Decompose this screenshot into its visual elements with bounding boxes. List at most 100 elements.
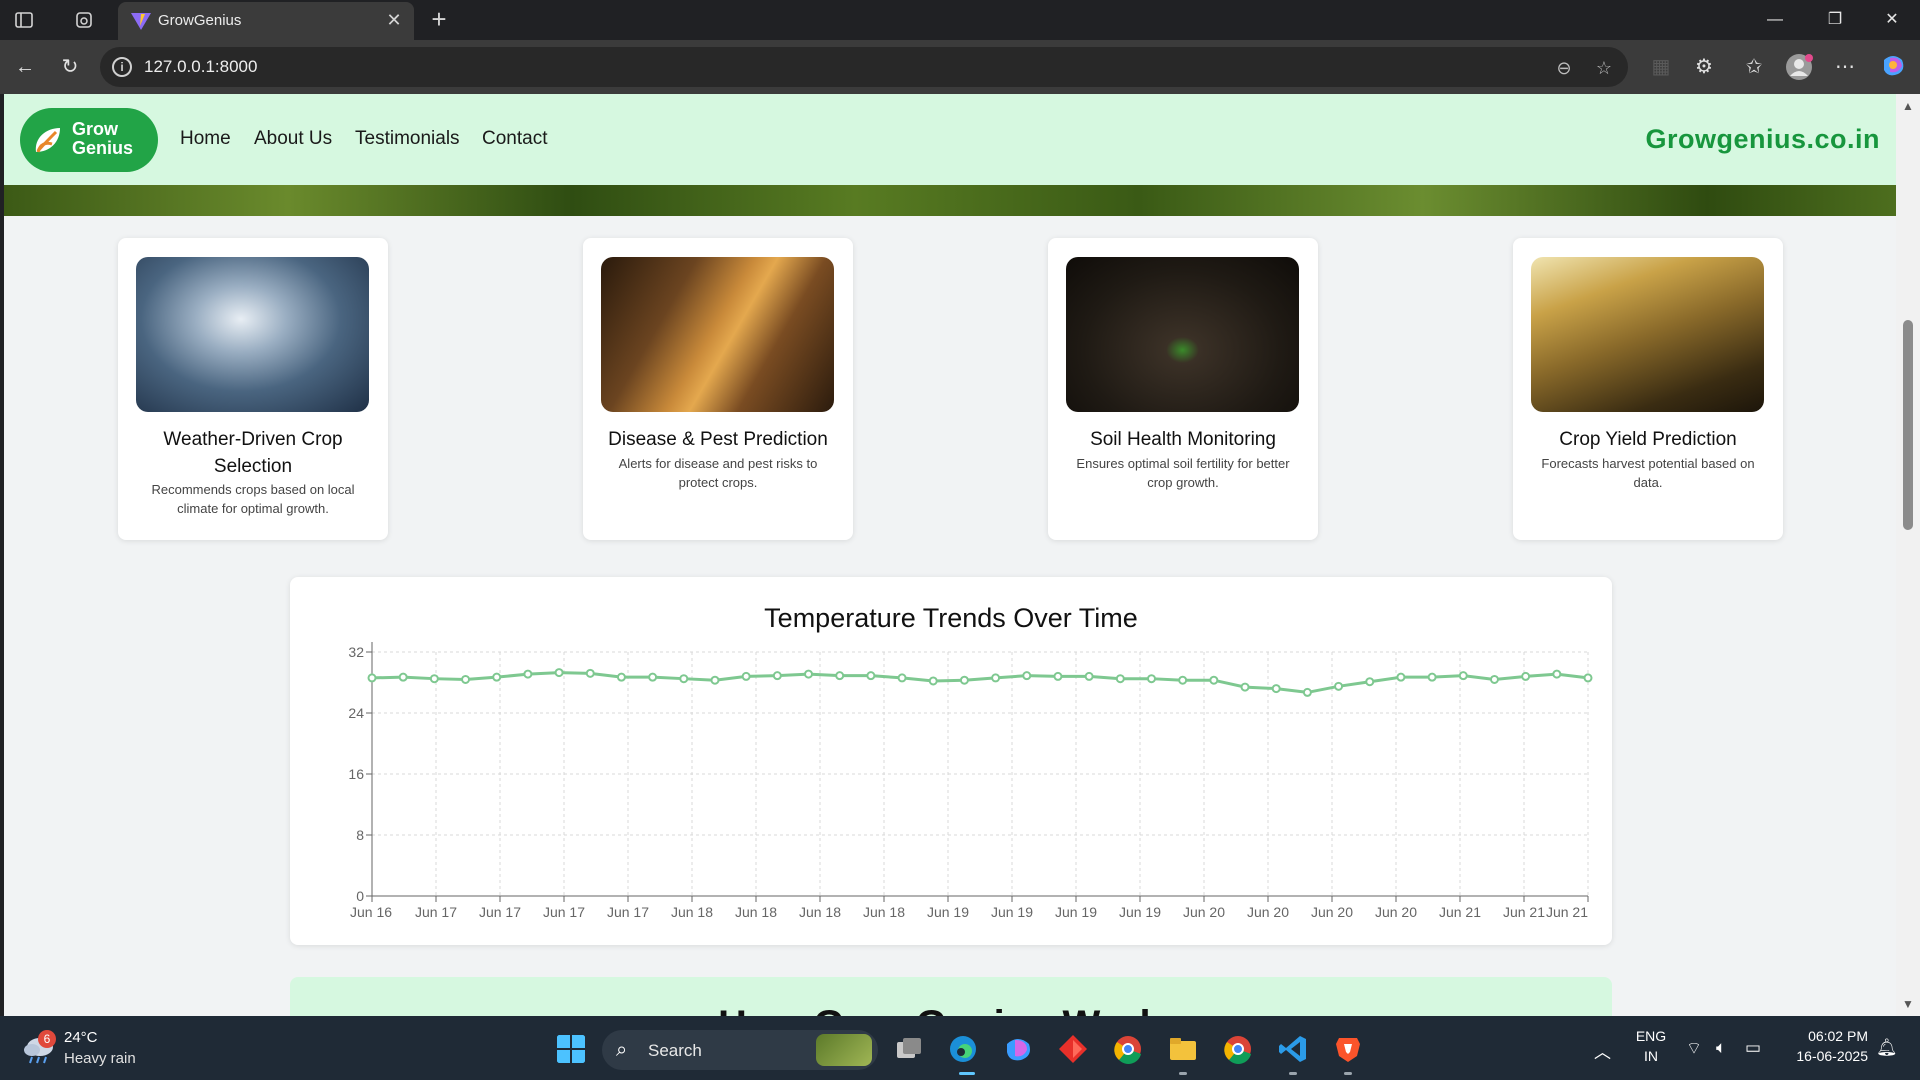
scroll-up-arrow-icon[interactable]: ▲ <box>1902 100 1914 112</box>
address-url[interactable]: 127.0.0.1:8000 <box>144 57 257 77</box>
browser-tab-growgenius[interactable]: GrowGenius ✕ <box>118 2 414 40</box>
nav-contact[interactable]: Contact <box>482 128 547 150</box>
data-point <box>772 671 782 681</box>
data-point <box>554 668 564 678</box>
x-tick-label: Jun 19 <box>927 904 969 920</box>
leaf-logo-icon <box>35 128 60 153</box>
weather-temperature[interactable]: 24°C <box>64 1029 98 1046</box>
scroll-down-arrow-icon[interactable]: ▼ <box>1902 998 1914 1010</box>
data-point <box>1552 669 1562 679</box>
edge-browser-icon[interactable] <box>948 1034 978 1064</box>
data-point <box>1583 673 1593 683</box>
more-menu-icon[interactable]: ⋯ <box>1830 52 1860 82</box>
chrome-profile-icon[interactable] <box>1113 1034 1143 1064</box>
x-tick-label: Jun 17 <box>415 904 457 920</box>
x-tick-label: Jun 21 <box>1503 904 1545 920</box>
restore-button[interactable]: ❐ <box>1805 6 1865 34</box>
x-tick-label: Jun 17 <box>543 904 585 920</box>
x-tick-label: Jun 18 <box>735 904 777 920</box>
app-indicator <box>1289 1072 1297 1075</box>
browser-tab-bar: GrowGenius ✕ + — ❐ ✕ <box>0 0 1920 40</box>
weather-image <box>136 257 369 412</box>
x-tick-label: Jun 17 <box>607 904 649 920</box>
y-tick-label: 8 <box>356 827 364 843</box>
y-tick-label: 32 <box>348 644 364 660</box>
extensions-icon[interactable]: ⚙ <box>1689 52 1719 82</box>
section-title: How GrowGenius Works <box>290 1003 1612 1016</box>
data-point <box>897 673 907 683</box>
wheat-image <box>1531 257 1764 412</box>
app-indicator <box>1344 1072 1352 1075</box>
windows-taskbar: 6 24°C Heavy rain ⌕ Search ︿ ENG IN ⌔ 🔈︎… <box>0 1016 1920 1080</box>
profile-avatar[interactable] <box>1784 52 1814 82</box>
show-hidden-icons-icon[interactable]: ︿ <box>1594 1038 1611 1063</box>
site-info-icon[interactable]: i <box>112 57 132 77</box>
card-title: Crop Yield Prediction <box>1559 429 1737 450</box>
zoom-out-icon[interactable]: ⊖ <box>1552 56 1576 80</box>
weather-alert-badge: 6 <box>38 1030 56 1048</box>
address-bar[interactable]: i 127.0.0.1:8000 ⊖ ☆ <box>100 47 1628 87</box>
file-explorer-icon[interactable] <box>1168 1034 1198 1064</box>
clock-date[interactable]: 16-06-2025 <box>1778 1048 1868 1064</box>
weather-description[interactable]: Heavy rain <box>64 1050 136 1067</box>
x-tick-label: Jun 19 <box>1119 904 1161 920</box>
favorite-star-icon[interactable]: ☆ <box>1592 56 1616 80</box>
brave-browser-icon[interactable] <box>1333 1034 1363 1064</box>
language-indicator[interactable]: ENG <box>1634 1028 1668 1044</box>
data-point <box>1022 671 1032 681</box>
feature-card-soil: Soil Health Monitoring Ensures optimal s… <box>1048 238 1318 540</box>
y-tick-label: 16 <box>348 766 364 782</box>
copilot-icon[interactable] <box>1878 52 1908 82</box>
workspaces-icon[interactable] <box>72 8 96 32</box>
card-title: Disease & Pest Prediction <box>608 429 828 450</box>
battery-icon[interactable]: ▭ <box>1745 1038 1761 1058</box>
tab-close-icon[interactable]: ✕ <box>382 8 406 32</box>
site-logo[interactable]: Grow Genius <box>20 108 158 172</box>
chrome-icon[interactable] <box>1223 1034 1253 1064</box>
logo-text-grow: Grow <box>72 119 119 139</box>
data-point <box>616 672 626 682</box>
wifi-icon[interactable]: ⌔ <box>1686 1038 1702 1059</box>
notification-bell-icon[interactable]: 🔔︎ <box>1876 1038 1898 1058</box>
scrollbar-thumb[interactable] <box>1903 320 1913 530</box>
nav-home[interactable]: Home <box>180 128 231 150</box>
data-point <box>1489 674 1499 684</box>
clock-time[interactable]: 06:02 PM <box>1778 1028 1868 1044</box>
close-window-button[interactable]: ✕ <box>1862 6 1920 34</box>
data-point <box>1146 674 1156 684</box>
temperature-chart-card: Temperature Trends Over Time 0 8 16 24 32 Jun… <box>290 577 1612 945</box>
data-point <box>1427 672 1437 682</box>
task-view-icon[interactable] <box>894 1034 924 1064</box>
data-point <box>1084 671 1094 681</box>
sidebar-toggle-icon[interactable] <box>12 8 36 32</box>
volume-icon[interactable]: 🔈︎ <box>1716 1038 1726 1058</box>
data-point <box>835 671 845 681</box>
nav-testimonials[interactable]: Testimonials <box>355 128 460 150</box>
windows-start-icon[interactable] <box>556 1034 586 1064</box>
reload-button[interactable]: ↻ <box>55 52 85 82</box>
red-app-icon[interactable] <box>1058 1034 1088 1064</box>
logo-text-genius: Genius <box>72 138 134 158</box>
y-tick-label: 0 <box>356 888 364 904</box>
data-point <box>648 672 658 682</box>
data-point <box>1302 687 1312 697</box>
split-screen-icon[interactable]: ▦ <box>1646 52 1676 82</box>
vscode-icon[interactable] <box>1278 1034 1308 1064</box>
page-scrollbar[interactable]: ▲ ▼ <box>1896 94 1920 1016</box>
x-tick-label: Jun 20 <box>1375 904 1417 920</box>
data-point <box>523 669 533 679</box>
data-point <box>866 671 876 681</box>
browser-toolbar: ← ↻ i 127.0.0.1:8000 ⊖ ☆ ▦ ⚙ ✩ ⋯ <box>0 40 1920 94</box>
minimize-button[interactable]: — <box>1745 6 1805 34</box>
back-button[interactable]: ← <box>10 52 40 82</box>
favorites-icon[interactable]: ✩ <box>1739 52 1769 82</box>
data-point <box>1271 684 1281 694</box>
data-point <box>461 674 471 684</box>
x-tick-label: Jun 21 <box>1546 904 1588 920</box>
copilot-app-icon[interactable] <box>1003 1034 1033 1064</box>
data-point <box>1458 671 1468 681</box>
taskbar-search[interactable]: ⌕ Search <box>602 1030 878 1070</box>
nav-about-us[interactable]: About Us <box>254 128 332 150</box>
new-tab-button[interactable]: + <box>424 5 454 35</box>
region-indicator[interactable]: IN <box>1634 1048 1668 1064</box>
